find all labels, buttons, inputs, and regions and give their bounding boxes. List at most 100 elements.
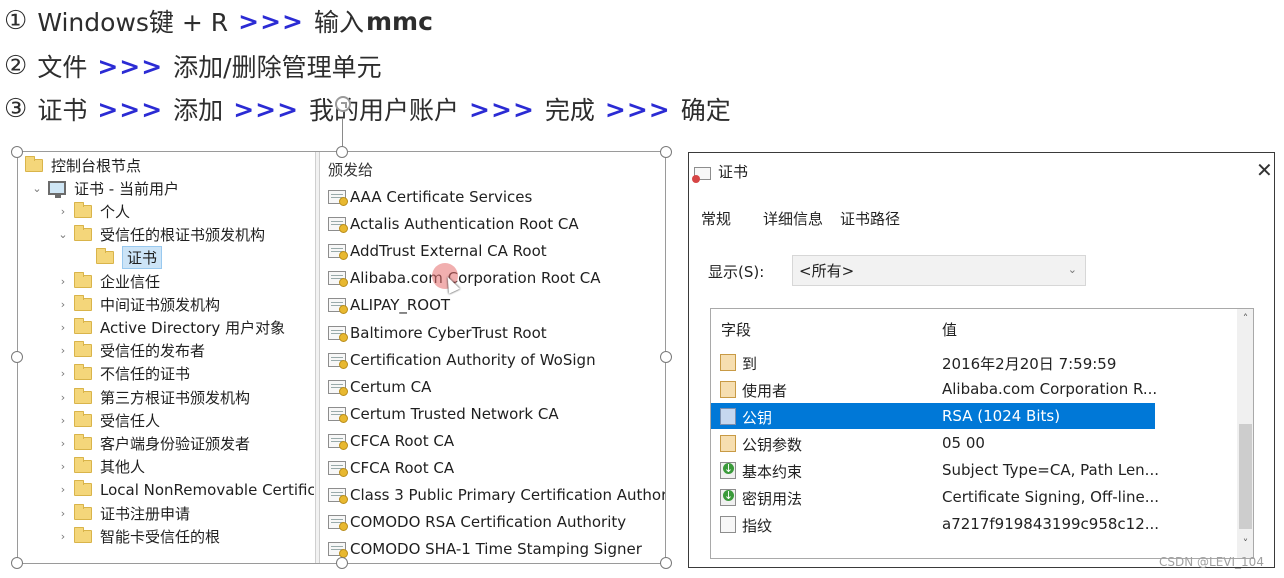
step-arrow: >>>: [604, 94, 671, 124]
chevron-right-icon[interactable]: ›: [56, 205, 70, 218]
list-item[interactable]: ALIPAY_ROOT: [328, 294, 450, 316]
resize-handle-bl[interactable]: [11, 557, 23, 569]
tree-item[interactable]: › 受信任的发布者: [56, 340, 205, 362]
tree-item-label: 证书: [122, 246, 163, 270]
tree-item[interactable]: › 中间证书颁发机构: [56, 293, 220, 315]
tree-item[interactable]: › 其他人: [56, 456, 145, 478]
resize-handle-ml[interactable]: [11, 351, 23, 363]
table-cell-value: a7217f919843199c958c12...: [942, 515, 1160, 533]
rotate-handle-icon[interactable]: [335, 96, 351, 112]
table-row[interactable]: 使用者 Alibaba.com Corporation R...: [711, 376, 1158, 402]
certificate-icon: [328, 244, 348, 261]
chevron-right-icon[interactable]: ›: [56, 275, 70, 288]
tree-item[interactable]: › 个人: [56, 200, 130, 222]
table-row[interactable]: 公钥参数 05 00: [711, 430, 1155, 456]
tree-item[interactable]: 控制台根节点: [25, 154, 141, 176]
tree-item[interactable]: 证书: [96, 246, 163, 270]
step-number: ②: [4, 51, 28, 81]
close-icon[interactable]: ✕: [1256, 160, 1273, 180]
list-item-label: CFCA Root CA: [350, 431, 455, 450]
chevron-right-icon[interactable]: ›: [56, 414, 70, 427]
scroll-down-icon[interactable]: ˅: [1237, 537, 1253, 550]
resize-handle-tl[interactable]: [11, 146, 23, 158]
chevron-down-icon[interactable]: ⌄: [30, 182, 44, 195]
dialog-title: 证书: [718, 163, 749, 181]
tree-item[interactable]: ⌄ 证书 - 当前用户: [30, 177, 179, 199]
certificate-icon: [328, 217, 348, 234]
computer-icon: [48, 181, 66, 199]
certificate-icon: [328, 406, 348, 423]
tab-certification-path[interactable]: 证书路径: [840, 208, 900, 229]
chevron-right-icon[interactable]: ›: [56, 391, 70, 404]
chevron-right-icon[interactable]: ›: [56, 507, 70, 520]
tree-item[interactable]: › Active Directory 用户对象: [56, 316, 285, 338]
list-item-label: Certum CA: [350, 377, 432, 396]
chevron-down-icon[interactable]: ⌄: [56, 228, 70, 241]
tree-item[interactable]: › 受信任人: [56, 409, 160, 431]
chevron-right-icon[interactable]: ›: [56, 344, 70, 357]
list-item[interactable]: AddTrust External CA Root: [328, 240, 547, 262]
list-item-label: AddTrust External CA Root: [350, 242, 547, 261]
table-cell-value: Subject Type=CA, Path Len...: [942, 461, 1159, 479]
tree-item[interactable]: ⌄ 受信任的根证书颁发机构: [56, 224, 265, 246]
folder-icon: [74, 480, 92, 497]
vertical-scrollbar[interactable]: ˄ ˅: [1237, 309, 1253, 558]
table-row[interactable]: 到 2016年2月20日 7:59:59: [711, 349, 1155, 375]
table-cell-field: 到: [742, 355, 758, 373]
list-item[interactable]: Actalis Authentication Root CA: [328, 213, 579, 235]
tree-item-label: 证书注册申请: [100, 504, 191, 523]
tree-item[interactable]: › Local NonRemovable Certifica: [56, 479, 314, 501]
step-text: mmc: [365, 6, 433, 36]
chevron-right-icon[interactable]: ›: [56, 460, 70, 473]
tree-item[interactable]: › 客户端身份验证颁发者: [56, 432, 250, 454]
certificate-dialog: 证书 ✕ 常规 详细信息 证书路径 显示(S): <所有> ⌄ 字段 值 到 20…: [688, 152, 1275, 568]
resize-handle-bm[interactable]: [336, 557, 348, 569]
table-cell-value: Alibaba.com Corporation R...: [942, 380, 1158, 398]
cert-field-icon: [720, 435, 736, 452]
chevron-right-icon[interactable]: ›: [56, 530, 70, 543]
chevron-right-icon[interactable]: ›: [56, 483, 70, 496]
tree-item[interactable]: › 智能卡受信任的根: [56, 525, 220, 547]
list-item[interactable]: Certum CA: [328, 376, 431, 398]
folder-icon: [74, 387, 92, 404]
list-item[interactable]: Baltimore CyberTrust Root: [328, 322, 547, 344]
table-row[interactable]: 密钥用法 Certificate Signing, Off-line...: [711, 484, 1159, 510]
certificate-icon: [328, 298, 348, 315]
resize-handle-tm[interactable]: [336, 146, 348, 158]
scrollbar-thumb[interactable]: [1239, 424, 1252, 529]
table-row[interactable]: 公钥 RSA (1024 Bits): [711, 403, 1155, 429]
tab-general[interactable]: 常规: [701, 208, 731, 229]
list-item[interactable]: Class 3 Public Primary Certification Aut…: [328, 484, 665, 506]
list-item[interactable]: AAA Certificate Services: [328, 186, 532, 208]
list-item[interactable]: COMODO SHA-1 Time Stamping Signer: [328, 538, 642, 560]
list-item[interactable]: Alibaba.com Corporation Root CA: [328, 267, 600, 289]
list-item[interactable]: CFCA Root CA: [328, 430, 454, 452]
scroll-up-icon[interactable]: ˄: [1237, 312, 1253, 325]
list-item[interactable]: CFCA Root CA: [328, 457, 454, 479]
tree-item[interactable]: › 不信任的证书: [56, 363, 190, 385]
resize-handle-br[interactable]: [660, 557, 672, 569]
table-row[interactable]: 指纹 a7217f919843199c958c12...: [711, 511, 1159, 537]
step-line-3: ③ 证书 >>> 添加 >>> 我的用户账户 >>> 完成 >>> 确定: [4, 89, 733, 129]
tree-item[interactable]: › 证书注册申请: [56, 502, 190, 524]
chevron-right-icon[interactable]: ›: [56, 298, 70, 311]
resize-handle-tr[interactable]: [660, 146, 672, 158]
tab-details[interactable]: 详细信息: [763, 208, 823, 229]
show-dropdown[interactable]: <所有> ⌄: [792, 255, 1086, 286]
column-header-field[interactable]: 字段: [721, 319, 751, 340]
tree-item[interactable]: › 企业信任: [56, 270, 160, 292]
list-item[interactable]: Certification Authority of WoSign: [328, 349, 596, 371]
resize-handle-mr[interactable]: [660, 351, 672, 363]
tree-item[interactable]: › 第三方根证书颁发机构: [56, 386, 250, 408]
list-column-header-issued-to[interactable]: 颁发给: [328, 159, 373, 180]
table-row[interactable]: 基本约束 Subject Type=CA, Path Len...: [711, 457, 1159, 483]
certificate-icon: [692, 167, 711, 183]
list-item[interactable]: COMODO RSA Certification Authority: [328, 511, 626, 533]
chevron-right-icon[interactable]: ›: [56, 367, 70, 380]
column-header-value[interactable]: 值: [942, 319, 957, 340]
chevron-right-icon[interactable]: ›: [56, 321, 70, 334]
chevron-right-icon[interactable]: ›: [56, 437, 70, 450]
tree-item-label: 受信任的根证书颁发机构: [100, 226, 266, 245]
list-item[interactable]: Certum Trusted Network CA: [328, 403, 559, 425]
folder-icon: [96, 248, 114, 265]
